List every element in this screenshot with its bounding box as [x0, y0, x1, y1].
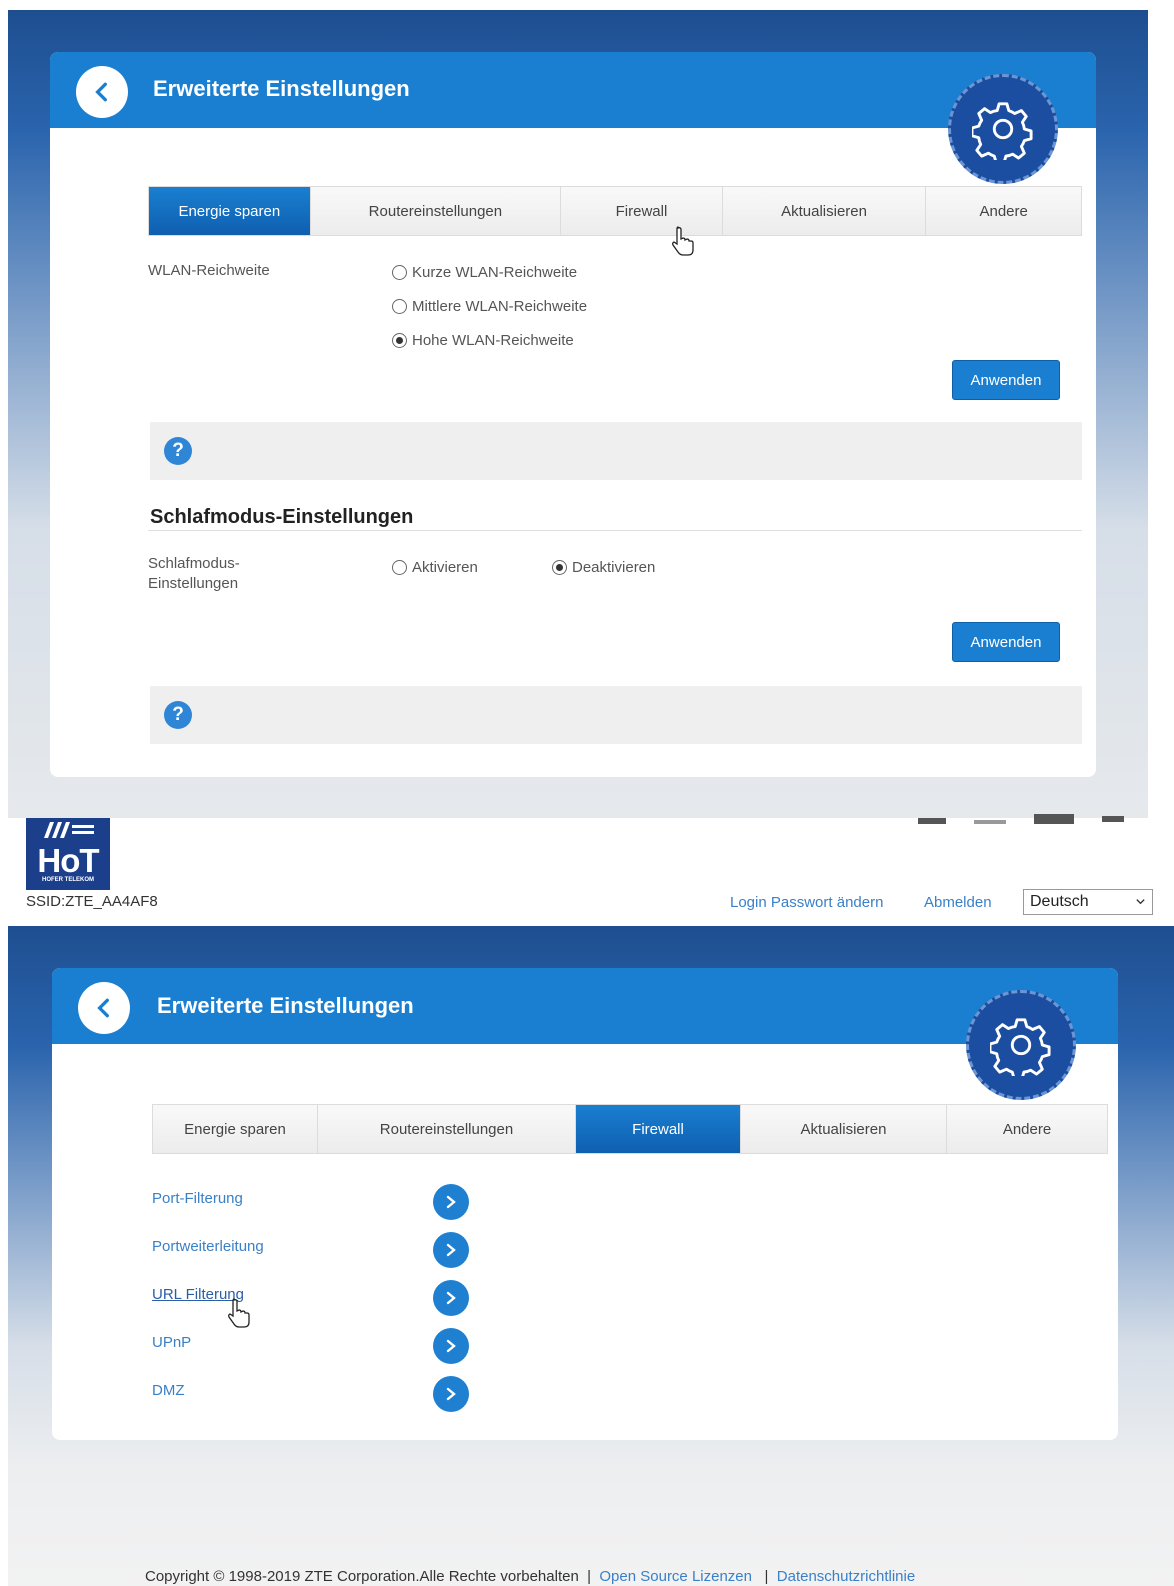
settings-panel: Erweiterte Einstellungen Energie sparen …: [52, 968, 1118, 1440]
language-select[interactable]: Deutsch: [1023, 889, 1153, 915]
help-icon[interactable]: ?: [164, 701, 192, 729]
privacy-link[interactable]: Datenschutzrichtlinie: [777, 1568, 915, 1585]
sleep-mode-label: Schlafmodus- Einstellungen: [148, 554, 240, 594]
help-bar: ?: [150, 686, 1082, 744]
radio-label: Kurze WLAN-Reichweite: [412, 264, 578, 281]
tab-router-settings[interactable]: Routereinstellungen: [318, 1105, 576, 1153]
dmz-link[interactable]: DMZ: [152, 1382, 185, 1399]
port-filter-go-button[interactable]: [433, 1184, 469, 1220]
signal-strength-icon: [918, 818, 946, 824]
logout-link[interactable]: Abmelden: [924, 894, 992, 911]
wlan-range-option[interactable]: Kurze WLAN-Reichweite: [392, 264, 577, 281]
tab-update[interactable]: Aktualisieren: [722, 187, 927, 235]
apply-button[interactable]: Anwenden: [952, 360, 1060, 400]
copyright-text: Copyright © 1998-2019 ZTE Corporation.Al…: [145, 1568, 579, 1585]
tab-energy-saving[interactable]: Energie sparen: [153, 1105, 318, 1153]
settings-panel: Erweiterte Einstellungen Energie sparen …: [50, 52, 1096, 777]
help-bar: ?: [150, 422, 1082, 480]
chevron-right-icon: [446, 1291, 456, 1305]
screenshot-energy-saving: Erweiterte Einstellungen Energie sparen …: [0, 0, 1174, 818]
footer-separator: |: [764, 1568, 769, 1585]
tab-other[interactable]: Andere: [947, 1105, 1107, 1153]
wlan-range-option[interactable]: Mittlere WLAN-Reichweite: [392, 298, 587, 315]
battery-icon: [1034, 814, 1074, 824]
url-filter-go-button[interactable]: [433, 1280, 469, 1316]
brand-logo[interactable]: HoT HOFER TELEKOM: [26, 818, 110, 890]
sleep-mode-label-line: Schlafmodus-: [148, 555, 240, 572]
sleep-mode-option[interactable]: Deaktivieren: [552, 559, 655, 576]
logo-stripes: [44, 822, 94, 838]
upnp-link[interactable]: UPnP: [152, 1334, 191, 1351]
tab-bar: Energie sparen Routereinstellungen Firew…: [148, 186, 1082, 236]
page-margin: [1148, 0, 1174, 818]
hand-cursor-icon: [672, 226, 694, 256]
change-password-link[interactable]: Login Passwort ändern: [730, 894, 883, 911]
tab-bar: Energie sparen Routereinstellungen Firew…: [152, 1104, 1108, 1154]
tab-router-settings[interactable]: Routereinstellungen: [310, 187, 562, 235]
wifi-icon: [974, 820, 1006, 824]
gear-icon: [948, 74, 1058, 184]
sleep-mode-option[interactable]: Aktivieren: [392, 559, 478, 576]
radio-button[interactable]: [392, 560, 407, 575]
chevron-right-icon: [446, 1195, 456, 1209]
radio-label: Aktivieren: [412, 559, 478, 576]
tab-energy-saving[interactable]: Energie sparen: [149, 187, 311, 235]
sleep-mode-label-line: Einstellungen: [148, 575, 239, 592]
upnp-go-button[interactable]: [433, 1328, 469, 1364]
gear-icon-shape: [990, 1018, 1051, 1076]
port-forwarding-go-button[interactable]: [433, 1232, 469, 1268]
dmz-go-button[interactable]: [433, 1376, 469, 1412]
page-title: Erweiterte Einstellungen: [157, 993, 414, 1018]
page-title: Erweiterte Einstellungen: [153, 76, 410, 101]
footer-separator: |: [587, 1568, 592, 1585]
radio-label: Hohe WLAN-Reichweite: [412, 332, 574, 349]
port-filter-link[interactable]: Port-Filterung: [152, 1190, 243, 1207]
open-source-link[interactable]: Open Source Lizenzen: [599, 1568, 752, 1585]
wlan-range-label: WLAN-Reichweite: [148, 262, 270, 279]
tab-firewall[interactable]: Firewall: [576, 1105, 741, 1153]
radio-label: Deaktivieren: [572, 559, 656, 576]
section-divider: [148, 530, 1082, 531]
back-button[interactable]: [76, 66, 128, 118]
sms-icon: [1102, 816, 1124, 822]
chevron-right-icon: [446, 1243, 456, 1257]
logo-subtext: HOFER TELEKOM: [42, 877, 94, 883]
top-bar: HoT HOFER TELEKOM SSID:ZTE_AA4AF8 Login …: [0, 814, 1174, 926]
gear-icon-shape: [972, 102, 1033, 160]
tab-firewall[interactable]: Firewall: [561, 187, 723, 235]
radio-button-checked[interactable]: [392, 333, 407, 348]
screenshot-firewall: HoT HOFER TELEKOM SSID:ZTE_AA4AF8 Login …: [0, 814, 1174, 1586]
footer: Copyright © 1998-2019 ZTE Corporation.Al…: [145, 1568, 915, 1585]
chevron-left-icon: [95, 82, 107, 102]
radio-button-checked[interactable]: [552, 560, 567, 575]
radio-button[interactable]: [392, 265, 407, 280]
chevron-right-icon: [446, 1339, 456, 1353]
section-title: Schlafmodus-Einstellungen: [150, 506, 414, 528]
wlan-range-option[interactable]: Hohe WLAN-Reichweite: [392, 332, 574, 349]
radio-label: Mittlere WLAN-Reichweite: [412, 298, 588, 315]
language-value: Deutsch: [1030, 893, 1089, 910]
tab-update[interactable]: Aktualisieren: [741, 1105, 947, 1153]
chevron-left-icon: [97, 998, 109, 1018]
tab-other[interactable]: Andere: [926, 187, 1082, 235]
hand-cursor-icon: [228, 1298, 250, 1328]
status-icons: [918, 812, 1124, 828]
radio-button[interactable]: [392, 299, 407, 314]
chevron-down-icon: [1136, 899, 1145, 905]
port-forwarding-link[interactable]: Portweiterleitung: [152, 1238, 264, 1255]
help-icon[interactable]: ?: [164, 437, 192, 465]
apply-button[interactable]: Anwenden: [952, 622, 1060, 662]
back-button[interactable]: [78, 982, 130, 1034]
chevron-right-icon: [446, 1387, 456, 1401]
ssid-label: SSID:ZTE_AA4AF8: [26, 893, 158, 910]
gear-icon: [966, 990, 1076, 1100]
logo-text: HoT: [37, 842, 99, 879]
